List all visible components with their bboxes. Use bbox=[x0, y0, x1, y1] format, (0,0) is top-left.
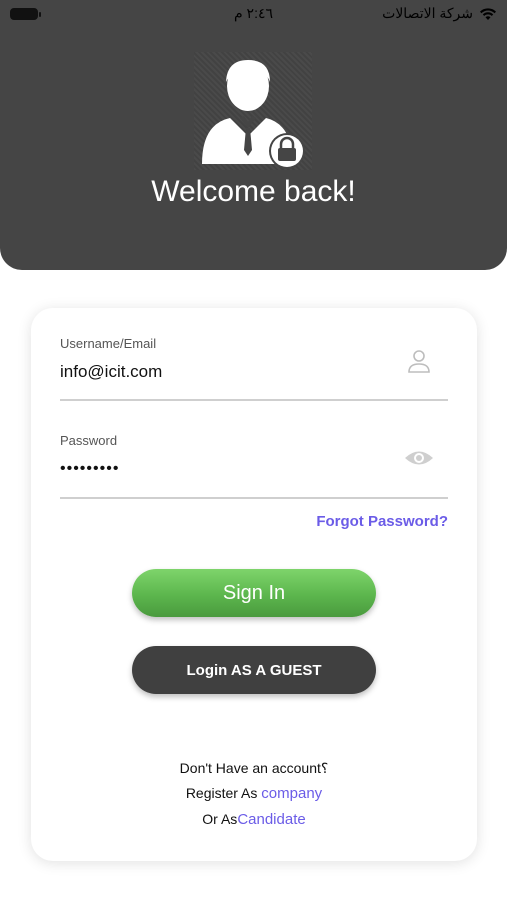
avatar bbox=[194, 52, 312, 170]
sign-in-button[interactable]: Sign In bbox=[132, 569, 376, 617]
username-label: Username/Email bbox=[60, 336, 157, 351]
no-account-text: Don't Have an account؟ bbox=[179, 760, 329, 776]
forgot-password-link[interactable]: Forgot Password? bbox=[316, 513, 448, 530]
header: ٢:٤٦ م شركة الاتصالات Welcome back! bbox=[0, 0, 507, 270]
password-label: Password bbox=[60, 433, 118, 448]
or-as-prefix: Or As bbox=[202, 811, 238, 827]
password-field[interactable]: ••••••••• bbox=[60, 460, 119, 478]
status-carrier: شركة الاتصالات bbox=[382, 5, 497, 22]
sign-in-label: Sign In bbox=[222, 581, 286, 604]
password-underline bbox=[60, 497, 448, 499]
username-field[interactable]: info@icit.com bbox=[60, 362, 162, 382]
register-company-link[interactable]: company bbox=[261, 785, 322, 802]
register-candidate-link[interactable]: Candidate bbox=[237, 811, 305, 828]
status-bar: ٢:٤٦ م شركة الاتصالات bbox=[0, 0, 507, 28]
login-card: Username/Email info@icit.com Password ••… bbox=[31, 308, 477, 861]
user-lock-icon bbox=[202, 60, 305, 169]
eye-icon[interactable] bbox=[404, 448, 434, 468]
carrier-name: شركة الاتصالات bbox=[382, 5, 473, 21]
guest-login-button[interactable]: Login AS A GUEST bbox=[132, 646, 376, 694]
register-candidate-row: Or AsCandidate bbox=[31, 811, 477, 828]
wifi-icon bbox=[480, 7, 496, 20]
register-company-row: Register As company bbox=[31, 785, 477, 802]
user-icon bbox=[408, 350, 430, 373]
page-title: Welcome back! bbox=[151, 175, 356, 208]
username-underline bbox=[60, 399, 448, 401]
guest-login-label: Login AS A GUEST bbox=[186, 661, 322, 679]
register-prefix: Register As bbox=[185, 785, 258, 801]
